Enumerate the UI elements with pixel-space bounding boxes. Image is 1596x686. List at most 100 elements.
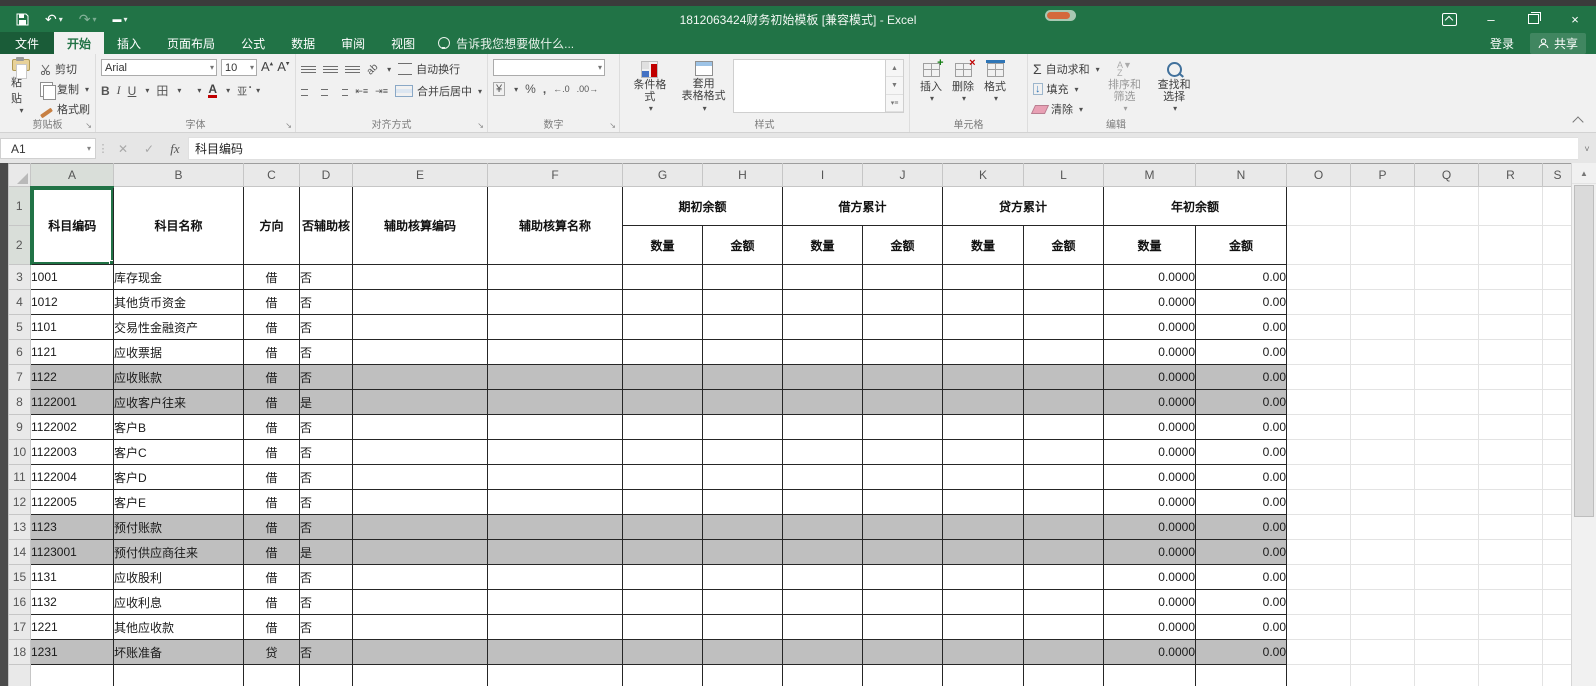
cell-Q15[interactable] xyxy=(1414,564,1479,590)
cell-L16[interactable] xyxy=(1023,589,1104,615)
cell-I4[interactable] xyxy=(782,289,863,315)
cell-P2[interactable] xyxy=(1350,225,1415,265)
tab-view[interactable]: 视图 xyxy=(378,32,428,54)
percent-style-button[interactable]: % xyxy=(525,82,536,96)
cell-F8[interactable] xyxy=(487,389,623,415)
alignment-dialog-launcher[interactable]: ↘ xyxy=(477,121,484,130)
tab-data[interactable]: 数据 xyxy=(278,32,328,54)
cell-A19[interactable] xyxy=(30,664,114,686)
cell-K18[interactable] xyxy=(942,639,1024,665)
cell-L14[interactable] xyxy=(1023,539,1104,565)
gallery-up-button[interactable]: ▲ xyxy=(886,60,903,78)
cell-C12[interactable]: 借 xyxy=(243,489,300,515)
cell-A6[interactable]: 1121 xyxy=(30,339,114,365)
cell-O11[interactable] xyxy=(1286,464,1351,490)
cell-E7[interactable] xyxy=(352,364,488,390)
cell-I6[interactable] xyxy=(782,339,863,365)
cell-L4[interactable] xyxy=(1023,289,1104,315)
row-header-18[interactable]: 18 xyxy=(8,639,31,665)
group-header-1[interactable]: 期初余额 xyxy=(622,186,783,226)
comma-style-button[interactable]: , xyxy=(543,82,546,96)
cell-P9[interactable] xyxy=(1350,414,1415,440)
row-header-4[interactable]: 4 xyxy=(8,289,31,315)
scrollbar-thumb[interactable] xyxy=(1574,185,1594,517)
align-center-button[interactable] xyxy=(319,86,330,96)
cell-S13[interactable] xyxy=(1542,514,1573,540)
font-name-select[interactable]: Arial ▾ xyxy=(101,59,217,76)
row-header-10[interactable]: 10 xyxy=(8,439,31,465)
cell-A18[interactable]: 1231 xyxy=(30,639,114,665)
cell-J8[interactable] xyxy=(862,389,943,415)
cell-D13[interactable]: 否 xyxy=(299,514,353,540)
italic-button[interactable]: I xyxy=(117,83,121,98)
cell-C17[interactable]: 借 xyxy=(243,614,300,640)
cell-F11[interactable] xyxy=(487,464,623,490)
cell-G6[interactable] xyxy=(622,339,703,365)
cell-O2[interactable] xyxy=(1286,225,1351,265)
cell-G2[interactable]: 数量 xyxy=(622,225,703,265)
cell-K3[interactable] xyxy=(942,264,1024,290)
cell-Q9[interactable] xyxy=(1414,414,1479,440)
cell-I17[interactable] xyxy=(782,614,863,640)
format-cells-button[interactable]: 格式 ▾ xyxy=(979,57,1011,117)
cell-J18[interactable] xyxy=(862,639,943,665)
cell-L10[interactable] xyxy=(1023,439,1104,465)
column-header-C[interactable]: C xyxy=(243,163,300,187)
cell-M18[interactable]: 0.0000 xyxy=(1103,639,1196,665)
autosum-button[interactable]: Σ 自动求和 ▾ xyxy=(1033,61,1100,77)
cell-P11[interactable] xyxy=(1350,464,1415,490)
merge-center-button[interactable]: 合并后居中 ▾ xyxy=(394,83,482,99)
cell-J6[interactable] xyxy=(862,339,943,365)
cell-L8[interactable] xyxy=(1023,389,1104,415)
cell-M11[interactable]: 0.0000 xyxy=(1103,464,1196,490)
cell-E1[interactable]: 辅助核算编码 xyxy=(352,186,488,265)
expand-formula-bar-button[interactable]: ˅ xyxy=(1578,144,1596,154)
cell-N4[interactable]: 0.00 xyxy=(1195,289,1287,315)
align-left-button[interactable] xyxy=(301,86,312,96)
cell-O14[interactable] xyxy=(1286,539,1351,565)
copy-button[interactable]: 复制 ▾ xyxy=(40,81,90,100)
cell-R8[interactable] xyxy=(1478,389,1543,415)
gallery-more-button[interactable]: ▾≡ xyxy=(886,94,903,112)
column-header-D[interactable]: D xyxy=(299,163,353,187)
cell-S3[interactable] xyxy=(1542,264,1573,290)
cell-D15[interactable]: 否 xyxy=(299,564,353,590)
cell-B4[interactable]: 其他货币资金 xyxy=(113,289,244,315)
cell-O1[interactable] xyxy=(1286,186,1351,226)
cell-H10[interactable] xyxy=(702,439,783,465)
select-all-corner[interactable] xyxy=(8,163,31,187)
cell-H16[interactable] xyxy=(702,589,783,615)
cell-F13[interactable] xyxy=(487,514,623,540)
cell-Q18[interactable] xyxy=(1414,639,1479,665)
cell-C6[interactable]: 借 xyxy=(243,339,300,365)
cell-R15[interactable] xyxy=(1478,564,1543,590)
cell-L3[interactable] xyxy=(1023,264,1104,290)
column-header-B[interactable]: B xyxy=(113,163,244,187)
font-color-button[interactable]: A xyxy=(208,83,218,98)
cell-E11[interactable] xyxy=(352,464,488,490)
cell-S6[interactable] xyxy=(1542,339,1573,365)
cell-O4[interactable] xyxy=(1286,289,1351,315)
cell-R18[interactable] xyxy=(1478,639,1543,665)
cell-B12[interactable]: 客户E xyxy=(113,489,244,515)
cell-F4[interactable] xyxy=(487,289,623,315)
cell-J16[interactable] xyxy=(862,589,943,615)
cell-R5[interactable] xyxy=(1478,314,1543,340)
cell-A1[interactable]: 科目编码 xyxy=(30,186,114,265)
cell-C10[interactable]: 借 xyxy=(243,439,300,465)
decrease-decimal-button[interactable]: .00→ xyxy=(577,84,599,94)
cell-A14[interactable]: 1123001 xyxy=(30,539,114,565)
cell-M4[interactable]: 0.0000 xyxy=(1103,289,1196,315)
tab-page-layout[interactable]: 页面布局 xyxy=(154,32,228,54)
cell-O18[interactable] xyxy=(1286,639,1351,665)
cell-P19[interactable] xyxy=(1350,664,1415,686)
cell-I10[interactable] xyxy=(782,439,863,465)
clipboard-dialog-launcher[interactable]: ↘ xyxy=(85,121,92,130)
cell-D16[interactable]: 否 xyxy=(299,589,353,615)
cell-K19[interactable] xyxy=(942,664,1024,686)
cell-J5[interactable] xyxy=(862,314,943,340)
cell-P8[interactable] xyxy=(1350,389,1415,415)
cell-J10[interactable] xyxy=(862,439,943,465)
cell-K8[interactable] xyxy=(942,389,1024,415)
cell-C18[interactable]: 贷 xyxy=(243,639,300,665)
